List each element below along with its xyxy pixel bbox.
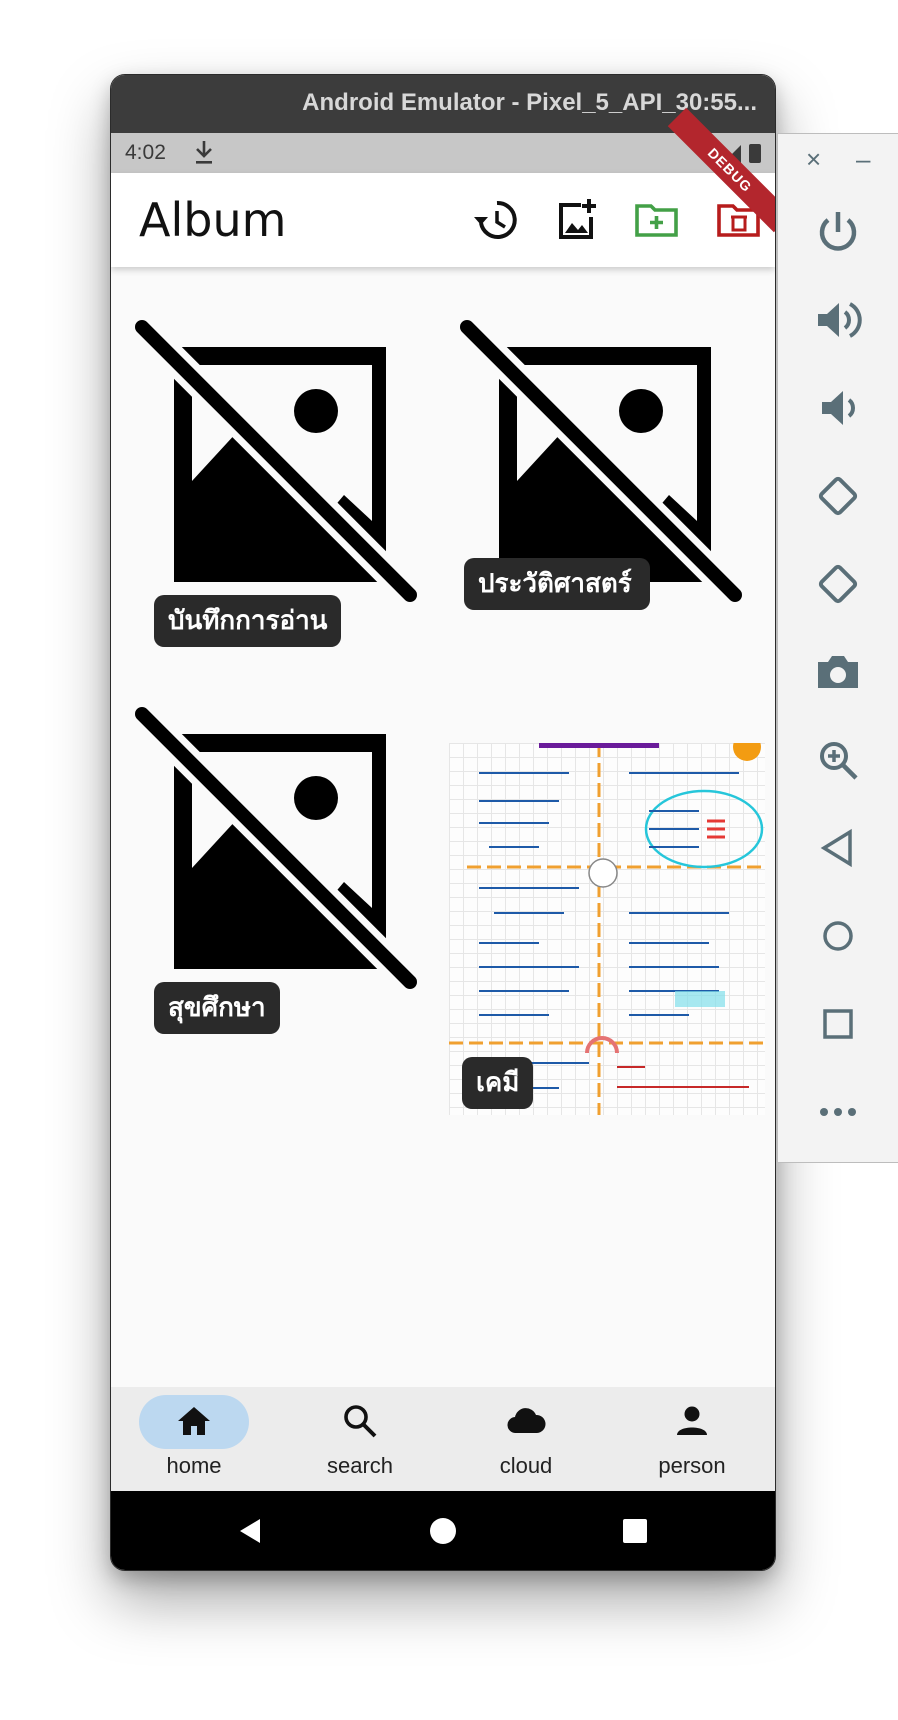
history-button[interactable] xyxy=(471,195,521,245)
emulator-side-toolbar: × – xyxy=(777,133,898,1163)
overview-square-icon[interactable] xyxy=(812,998,864,1050)
nav-label: home xyxy=(166,1453,222,1478)
nav-item-person[interactable]: person xyxy=(609,1387,775,1491)
battery-icon xyxy=(749,144,761,163)
cloud-icon xyxy=(507,1408,546,1434)
camera-icon[interactable] xyxy=(812,646,864,698)
album-grid: บันทึกการอ่าน ประวัติศาสตร์ สุขศึกษา เคม… xyxy=(111,267,775,1462)
album-tile[interactable]: บันทึกการอ่าน xyxy=(126,311,426,681)
status-bar: 4:02 xyxy=(111,133,775,173)
search-icon xyxy=(344,1405,377,1438)
status-time: 4:02 xyxy=(125,141,166,164)
system-navigation-bar xyxy=(111,1491,775,1570)
volume-down-icon[interactable] xyxy=(812,382,864,434)
history-icon xyxy=(474,200,517,239)
image-not-supported-icon xyxy=(128,700,424,996)
rotate-right-icon[interactable] xyxy=(812,558,864,610)
nav-item-cloud[interactable]: cloud xyxy=(443,1387,609,1491)
back-icon[interactable] xyxy=(236,1517,264,1545)
album-label: สุขศึกษา xyxy=(154,982,280,1034)
nav-label: search xyxy=(326,1453,394,1478)
bottom-navigation: home search cloud person xyxy=(111,1387,775,1491)
more-icon[interactable] xyxy=(812,1086,864,1138)
home-circle-icon[interactable] xyxy=(429,1517,457,1545)
back-triangle-icon[interactable] xyxy=(812,822,864,874)
album-label: ประวัติศาสตร์ xyxy=(464,558,650,610)
nav-item-search[interactable]: search xyxy=(277,1387,443,1491)
nav-item-home[interactable]: home xyxy=(111,1387,277,1491)
create-folder-button[interactable] xyxy=(632,195,682,245)
zoom-icon[interactable] xyxy=(812,734,864,786)
close-icon[interactable]: × xyxy=(806,144,821,175)
album-tile[interactable]: ประวัติศาสตร์ xyxy=(451,311,751,681)
page-title: Album xyxy=(139,193,287,247)
app-bar: Album xyxy=(111,173,775,267)
download-icon xyxy=(193,139,215,170)
nav-label: person xyxy=(658,1453,726,1478)
minimize-icon[interactable]: – xyxy=(856,144,870,175)
image-not-supported-icon xyxy=(128,313,424,609)
home-circle-icon[interactable] xyxy=(812,910,864,962)
album-label: เคมี xyxy=(462,1057,534,1109)
create-folder-icon xyxy=(635,204,678,237)
add-photo-icon xyxy=(559,199,596,239)
person-icon xyxy=(677,1406,707,1435)
emulator-window: Android Emulator - Pixel_5_API_30:55... … xyxy=(110,74,776,1571)
volume-up-icon[interactable] xyxy=(812,294,864,346)
album-label: บันทึกการอ่าน xyxy=(154,595,342,647)
home-icon xyxy=(178,1407,210,1435)
recents-icon[interactable] xyxy=(622,1518,648,1544)
add-photo-button[interactable] xyxy=(551,195,601,245)
power-icon[interactable] xyxy=(812,206,864,258)
nav-label: cloud xyxy=(499,1453,553,1478)
rotate-left-icon[interactable] xyxy=(812,470,864,522)
album-tile[interactable]: สุขศึกษา xyxy=(126,698,426,1068)
